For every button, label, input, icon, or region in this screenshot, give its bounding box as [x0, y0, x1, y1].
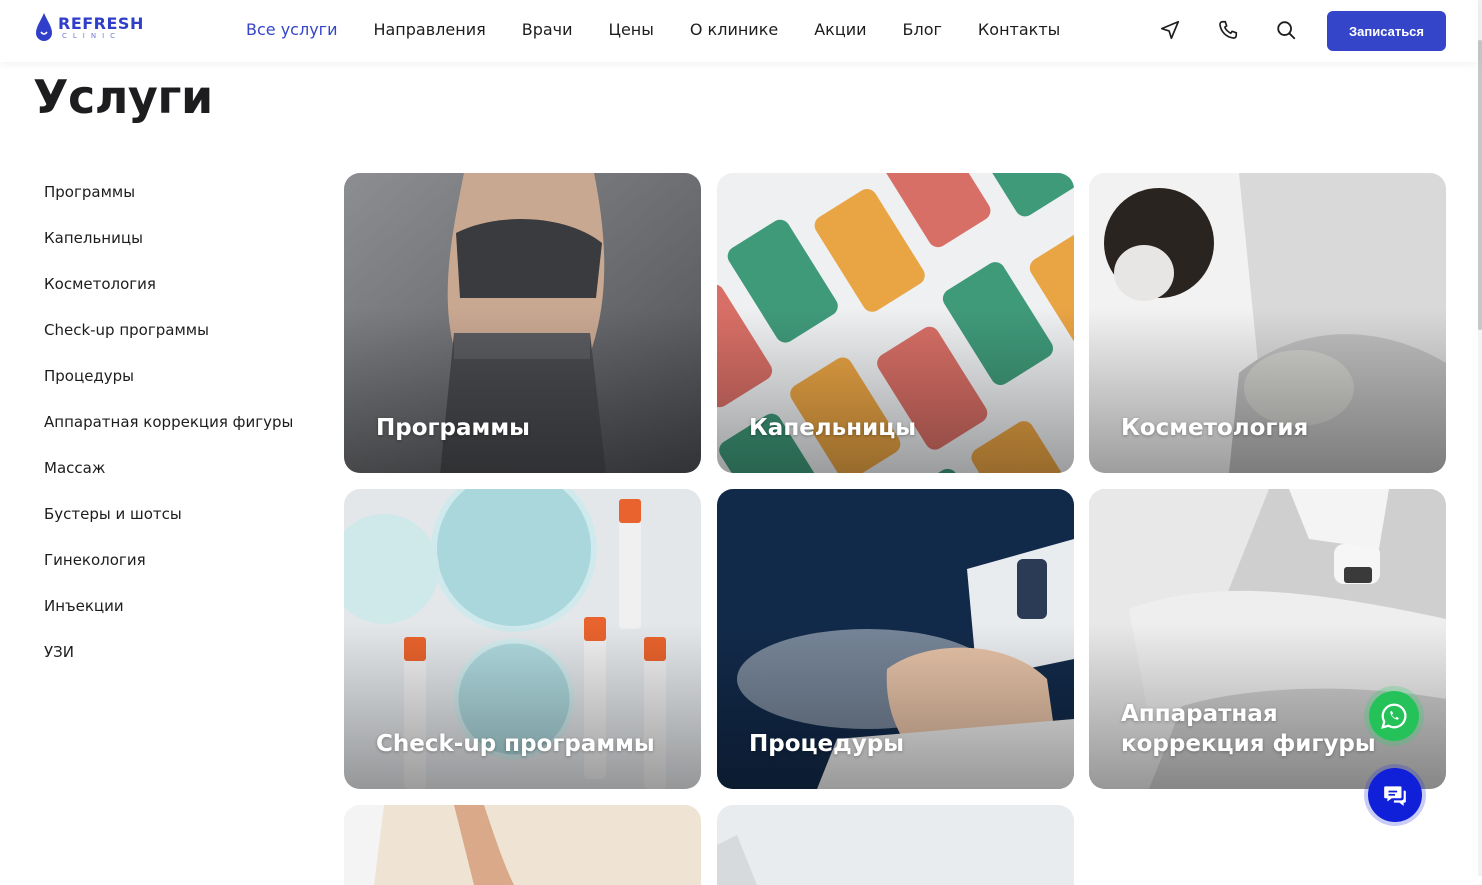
sidebar-item-cosmetology[interactable]: Косметология: [44, 275, 293, 321]
sidebar-item-body-correction[interactable]: Аппаратная коррекция фигуры: [44, 413, 293, 459]
card-label: Процедуры: [749, 731, 904, 757]
service-card-cosmetology[interactable]: Косметология: [1089, 173, 1446, 473]
nav-contacts[interactable]: Контакты: [978, 20, 1060, 39]
sidebar-item-checkup[interactable]: Check-up программы: [44, 321, 293, 367]
service-card-programs[interactable]: Программы: [344, 173, 701, 473]
nav-all-services[interactable]: Все услуги: [246, 20, 337, 39]
card-label: Капельницы: [749, 415, 917, 441]
boosters-photo: [717, 805, 1074, 885]
nav-about[interactable]: О клинике: [690, 20, 778, 39]
card-label: Программы: [376, 415, 530, 441]
sidebar-item-massage[interactable]: Массаж: [44, 459, 293, 505]
whatsapp-icon: [1381, 703, 1407, 729]
whatsapp-button[interactable]: [1364, 686, 1424, 746]
site-header: REFRESH CLINIC Все услуги Направления Вр…: [0, 0, 1478, 62]
sidebar-item-programs[interactable]: Программы: [44, 183, 293, 229]
service-card-drips[interactable]: Капельницы: [717, 173, 1074, 473]
service-card-checkup[interactable]: Check-up программы: [344, 489, 701, 789]
sidebar-item-ultrasound[interactable]: УЗИ: [44, 643, 293, 689]
service-card-boosters[interactable]: [717, 805, 1074, 885]
phone-icon[interactable]: [1216, 18, 1240, 42]
page-title: Услуги: [33, 70, 213, 124]
search-icon[interactable]: [1274, 18, 1298, 42]
book-appointment-button[interactable]: Записаться: [1327, 11, 1446, 51]
nav-directions[interactable]: Направления: [373, 20, 485, 39]
card-label: Косметология: [1121, 415, 1309, 441]
chat-button[interactable]: [1364, 764, 1426, 826]
nav-prices[interactable]: Цены: [609, 20, 654, 39]
service-card-massage[interactable]: [344, 805, 701, 885]
logo-drop-icon: [36, 13, 52, 41]
sidebar-item-drips[interactable]: Капельницы: [44, 229, 293, 275]
logo-name: REFRESH: [58, 14, 144, 33]
massage-photo: [344, 805, 701, 885]
sidebar-item-boosters[interactable]: Бустеры и шотсы: [44, 505, 293, 551]
service-card-procedures[interactable]: Процедуры: [717, 489, 1074, 789]
nav-doctors[interactable]: Врачи: [522, 20, 573, 39]
scrollbar-thumb[interactable]: [1478, 40, 1482, 330]
nav-blog[interactable]: Блог: [903, 20, 942, 39]
location-icon[interactable]: [1158, 18, 1182, 42]
sidebar-categories: Программы Капельницы Косметология Check-…: [44, 183, 293, 689]
chat-icon: [1384, 786, 1406, 806]
logo-sub: CLINIC: [62, 32, 122, 40]
nav-promotions[interactable]: Акции: [814, 20, 866, 39]
main-nav: Все услуги Направления Врачи Цены О клин…: [246, 20, 1060, 39]
sidebar-item-injections[interactable]: Инъекции: [44, 597, 293, 643]
sidebar-item-gynecology[interactable]: Гинекология: [44, 551, 293, 597]
logo[interactable]: REFRESH CLINIC: [34, 12, 144, 44]
scrollbar[interactable]: [1478, 0, 1482, 876]
card-label: Check-up программы: [376, 731, 655, 757]
sidebar-item-procedures[interactable]: Процедуры: [44, 367, 293, 413]
